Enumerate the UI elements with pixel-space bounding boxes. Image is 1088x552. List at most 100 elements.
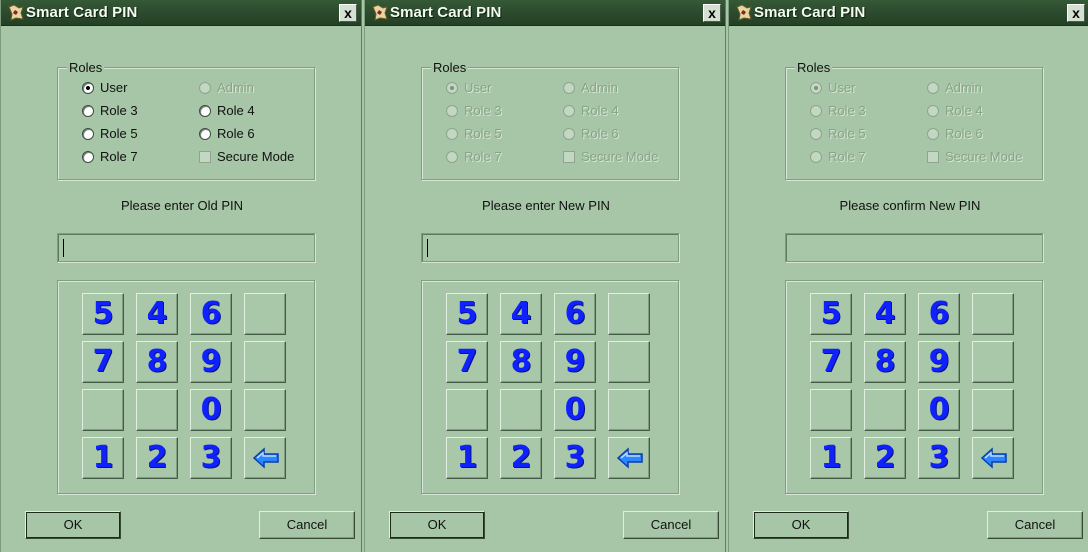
backspace-key[interactable] <box>972 437 1014 479</box>
role-radio[interactable] <box>82 150 94 163</box>
keypad-key-blank[interactable] <box>810 389 852 431</box>
backspace-key[interactable] <box>244 437 286 479</box>
roles-group: Roles User Admin Role 3 Role 4 Role 5 Role 6 Ro… <box>785 61 1043 180</box>
app-icon <box>8 4 24 21</box>
keypad-key-8[interactable]: 8 <box>864 341 906 383</box>
keypad-key-blank[interactable] <box>864 389 906 431</box>
role-radio[interactable] <box>199 104 211 117</box>
keypad-key-blank[interactable] <box>244 341 286 383</box>
keypad-key-blank[interactable] <box>608 293 650 335</box>
role-radio <box>810 127 822 140</box>
cancel-button[interactable]: Cancel <box>623 511 719 539</box>
keypad-key-0[interactable]: 0 <box>554 389 596 431</box>
cancel-button[interactable]: Cancel <box>259 511 355 539</box>
keypad-key-blank[interactable] <box>244 389 286 431</box>
keypad-key-7[interactable]: 7 <box>446 341 488 383</box>
window-title: Smart Card PIN <box>26 4 138 21</box>
title-bar: Smart Card PIN x <box>729 0 1088 26</box>
role-label: Admin <box>581 80 618 95</box>
role-radio[interactable] <box>199 127 211 140</box>
keypad-key-2[interactable]: 2 <box>136 437 178 479</box>
keypad-key-5[interactable]: 5 <box>810 293 852 335</box>
role-role3[interactable]: Role 3 <box>82 103 138 118</box>
keypad-key-3[interactable]: 3 <box>918 437 960 479</box>
keypad-key-1[interactable]: 1 <box>82 437 124 479</box>
keypad-key-9[interactable]: 9 <box>918 341 960 383</box>
keypad-key-5[interactable]: 5 <box>446 293 488 335</box>
ok-button[interactable]: OK <box>25 511 121 539</box>
role-radio <box>927 127 939 140</box>
role-admin: Admin <box>927 80 982 95</box>
keypad-key-3[interactable]: 3 <box>190 437 232 479</box>
role-radio[interactable] <box>82 81 94 94</box>
pin-input[interactable] <box>57 233 315 262</box>
window-title: Smart Card PIN <box>390 4 502 21</box>
role-radio <box>446 150 458 163</box>
role-label: Secure Mode <box>945 149 1023 164</box>
role-radio <box>446 127 458 140</box>
roles-legend: Roles <box>795 60 833 75</box>
keypad-key-6[interactable]: 6 <box>190 293 232 335</box>
backspace-key[interactable] <box>608 437 650 479</box>
keypad-key-8[interactable]: 8 <box>136 341 178 383</box>
roles-legend: Roles <box>431 60 469 75</box>
role-radio <box>927 81 939 94</box>
smart-card-pin-dialog: Smart Card PIN x Roles User Admin Role 3 Role … <box>364 0 726 552</box>
keypad-key-9[interactable]: 9 <box>190 341 232 383</box>
smart-card-pin-dialog: Smart Card PIN x Roles User Admin Role 3 Role … <box>728 0 1088 552</box>
role-user: User <box>446 80 491 95</box>
keypad-key-blank[interactable] <box>136 389 178 431</box>
secure-mode-checkbox[interactable] <box>199 150 211 163</box>
keypad-key-blank[interactable] <box>972 293 1014 335</box>
keypad-key-2[interactable]: 2 <box>864 437 906 479</box>
keypad-key-4[interactable]: 4 <box>864 293 906 335</box>
keypad-key-4[interactable]: 4 <box>136 293 178 335</box>
role-role4: Role 4 <box>563 103 619 118</box>
keypad-key-9[interactable]: 9 <box>554 341 596 383</box>
role-role4[interactable]: Role 4 <box>199 103 255 118</box>
close-button[interactable]: x <box>339 4 357 22</box>
cancel-button[interactable]: Cancel <box>987 511 1083 539</box>
pin-input[interactable] <box>421 233 679 262</box>
ok-button[interactable]: OK <box>389 511 485 539</box>
keypad-key-blank[interactable] <box>82 389 124 431</box>
role-label: Secure Mode <box>217 149 295 164</box>
keypad-key-5[interactable]: 5 <box>82 293 124 335</box>
keypad-key-3[interactable]: 3 <box>554 437 596 479</box>
role-radio[interactable] <box>82 127 94 140</box>
role-user[interactable]: User <box>82 80 127 95</box>
keypad-key-2[interactable]: 2 <box>500 437 542 479</box>
app-icon <box>372 4 388 21</box>
role-radio[interactable] <box>82 104 94 117</box>
keypad-key-blank[interactable] <box>500 389 542 431</box>
role-role5[interactable]: Role 5 <box>82 126 138 141</box>
pin-input[interactable] <box>785 233 1043 262</box>
keypad-key-6[interactable]: 6 <box>554 293 596 335</box>
role-role6[interactable]: Role 6 <box>199 126 255 141</box>
keypad-key-7[interactable]: 7 <box>82 341 124 383</box>
backspace-icon <box>252 447 279 469</box>
keypad-key-4[interactable]: 4 <box>500 293 542 335</box>
role-secure-mode[interactable]: Secure Mode <box>199 149 294 164</box>
keypad-key-blank[interactable] <box>972 389 1014 431</box>
keypad-key-blank[interactable] <box>608 389 650 431</box>
keypad-key-6[interactable]: 6 <box>918 293 960 335</box>
keypad-key-0[interactable]: 0 <box>190 389 232 431</box>
role-role7: Role 7 <box>810 149 866 164</box>
keypad-key-0[interactable]: 0 <box>918 389 960 431</box>
keypad-key-blank[interactable] <box>446 389 488 431</box>
screen: Smart Card PIN x Roles User Admin Role 3 Role … <box>0 0 1088 552</box>
close-button[interactable]: x <box>1067 4 1085 22</box>
ok-button[interactable]: OK <box>753 511 849 539</box>
role-role7[interactable]: Role 7 <box>82 149 138 164</box>
keypad-key-7[interactable]: 7 <box>810 341 852 383</box>
role-label: Role 5 <box>828 126 866 141</box>
keypad-key-blank[interactable] <box>608 341 650 383</box>
keypad-key-1[interactable]: 1 <box>810 437 852 479</box>
keypad-key-8[interactable]: 8 <box>500 341 542 383</box>
close-button[interactable]: x <box>703 4 721 22</box>
keypad-key-blank[interactable] <box>244 293 286 335</box>
keypad-key-1[interactable]: 1 <box>446 437 488 479</box>
keypad-key-blank[interactable] <box>972 341 1014 383</box>
role-label: Role 4 <box>217 103 255 118</box>
